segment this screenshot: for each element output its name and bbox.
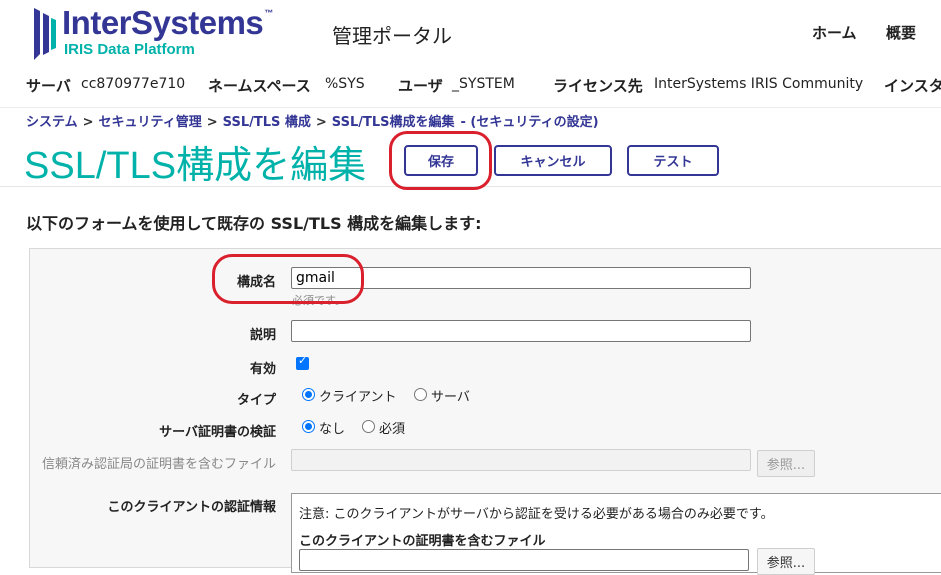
namespace-label: ネームスペース	[208, 77, 311, 95]
user-label: ユーザ	[398, 77, 443, 95]
header-divider	[0, 107, 941, 108]
server-value: cc870977e710	[81, 76, 186, 92]
type-client-label: クライアント	[319, 390, 397, 405]
form-description: 以下のフォームを使用して既存の SSL/TLS 構成を編集します:	[26, 214, 482, 233]
type-client-radio[interactable]	[302, 388, 315, 401]
client-cred-note: 注意: このクライアントがサーバから認証を受ける必要がある場合のみ必要です。	[299, 507, 774, 522]
description-input[interactable]	[291, 320, 751, 342]
ca-file-label: 信頼済み認証局の証明書を含むファイル	[41, 457, 276, 472]
page-title: SSL/TLS構成を編集	[24, 145, 367, 187]
breadcrumb-separator: >	[206, 115, 218, 130]
cancel-button[interactable]: キャンセル	[494, 145, 612, 176]
enabled-label: 有効	[249, 362, 276, 377]
breadcrumb-separator: >	[82, 115, 94, 130]
server-label: サーバ	[26, 77, 71, 95]
instance-label: インスタ	[884, 77, 941, 95]
verify-label: サーバ証明書の検証	[159, 425, 276, 440]
logo-subtitle: IRIS Data Platform	[64, 41, 195, 58]
verify-required-label: 必須	[379, 422, 406, 437]
verify-required-radio[interactable]	[362, 420, 375, 433]
breadcrumb-edit[interactable]: SSL/TLS構成を編集	[332, 115, 455, 130]
user-value: _SYSTEM	[452, 76, 515, 92]
check-icon: ✓	[298, 354, 308, 367]
logo-wordmark: InterSystems™	[62, 4, 273, 41]
client-cert-label: このクライアントの証明書を含むファイル	[299, 534, 546, 549]
breadcrumb-security[interactable]: セキュリティ管理	[99, 115, 202, 130]
description-label: 説明	[249, 328, 276, 343]
config-name-input[interactable]	[291, 267, 751, 289]
breadcrumb-note: - (セキュリティの設定)	[460, 115, 599, 130]
breadcrumb-system[interactable]: システム	[26, 115, 78, 130]
ca-file-browse-button[interactable]: 参照...	[757, 450, 815, 477]
breadcrumb: システム > セキュリティ管理 > SSL/TLS 構成 > SSL/TLS構成を編集 - (…	[26, 111, 599, 130]
type-server-label: サーバ	[431, 390, 470, 405]
license-label: ライセンス先	[553, 77, 643, 95]
verify-none-radio[interactable]	[302, 420, 315, 433]
enabled-checkbox[interactable]: ✓	[296, 354, 309, 370]
namespace-value: %SYS	[325, 76, 365, 92]
save-button[interactable]: 保存	[404, 145, 478, 176]
license-value: InterSystems IRIS Community	[654, 76, 864, 92]
verify-none-label: なし	[319, 422, 346, 437]
client-cert-input[interactable]	[299, 549, 749, 571]
type-server-radio[interactable]	[414, 388, 427, 401]
client-cert-browse-button[interactable]: 参照...	[757, 548, 815, 575]
ca-file-input[interactable]	[291, 449, 751, 471]
breadcrumb-separator: >	[315, 115, 327, 130]
breadcrumb-ssl-config[interactable]: SSL/TLS 構成	[223, 115, 311, 130]
intersystems-logo-icon	[34, 8, 56, 60]
required-hint: 必須です。	[292, 294, 346, 307]
home-link[interactable]: ホーム	[812, 22, 857, 43]
overview-link[interactable]: 概要	[886, 22, 916, 43]
portal-title: 管理ポータル	[332, 24, 452, 48]
client-cred-label: このクライアントの認証情報	[107, 500, 276, 515]
test-button[interactable]: テスト	[627, 145, 719, 176]
title-divider	[0, 186, 941, 187]
type-label: タイプ	[236, 393, 276, 408]
config-name-label: 構成名	[236, 275, 276, 290]
